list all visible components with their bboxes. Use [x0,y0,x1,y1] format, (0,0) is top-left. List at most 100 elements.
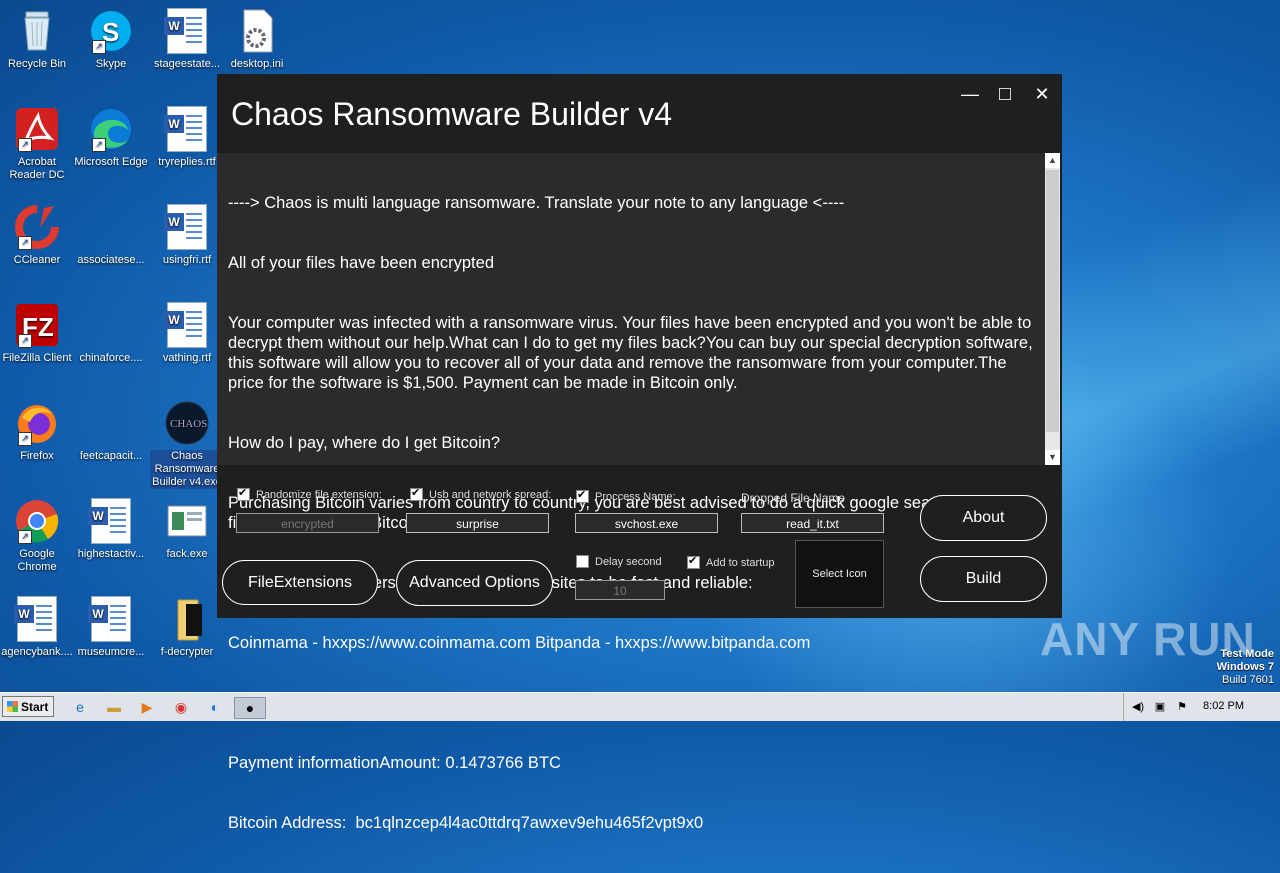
checkbox-label: Add to startup [706,556,775,569]
desktop-icon-label: f-decrypter [160,646,214,658]
desktop-icon-label: fack.exe [166,548,208,560]
close-button[interactable]: ✕ [1030,84,1054,104]
desktop-icon-chrome[interactable]: ↗ Google Chrome [0,498,74,574]
settings-file-icon [234,8,280,54]
desktop-icon-fack[interactable]: fack.exe [150,498,224,561]
word-document-icon: W [164,204,210,250]
desktop-icon-usingfri[interactable]: W usingfri.rtf [150,204,224,267]
chrome-taskbar-icon[interactable]: ◉ [171,697,191,717]
speaker-icon[interactable]: ◀) [1128,697,1148,717]
word-document-icon: W [164,302,210,348]
delay-second-checkbox[interactable]: Delay second [576,555,662,568]
process-name-input[interactable]: svchost.exe [575,513,718,533]
acrobat-icon: ↗ [14,106,60,152]
desktop-icon-acrobat[interactable]: ↗ Acrobat Reader DC [0,106,74,182]
desktop-icon-vathing[interactable]: W vathing.rtf [150,302,224,365]
ie-icon[interactable]: e [70,697,90,717]
desktop-icon-label: museumcre... [77,646,145,658]
note-line: All of your files have been encrypted [228,254,494,272]
desktop-icon-chinaforce[interactable]: chinaforce.... [74,302,148,365]
word-document-icon: W [164,106,210,152]
desktop-icon-tryreplies[interactable]: W tryreplies.rtf [150,106,224,169]
process-name-checkbox[interactable]: Proccess Name: [576,488,676,503]
desktop-icon-f-decrypter[interactable]: f-decrypter [150,596,224,659]
desktop-icon-agencybank[interactable]: W agencybank.... [0,596,74,659]
window-title: Chaos Ransomware Builder v4 [231,96,673,132]
flag-icon[interactable]: ⚑ [1172,697,1192,717]
build-button[interactable]: Build [920,556,1047,602]
word-document-icon: W [88,596,134,642]
edge-icon: ↗ [88,106,134,152]
usb-spread-checkbox[interactable]: Usb and network spread: [410,486,551,501]
desktop-icon-skype[interactable]: S ↗ Skype [74,8,148,71]
clock[interactable]: 8:02 PM [1203,700,1244,712]
desktop-icon-feetcapacit[interactable]: feetcapacit... [74,400,148,463]
edge-taskbar-icon[interactable]: ◐ [205,697,225,717]
checkbox-box [576,555,589,568]
taskbar: Start e ▬ ▶ ◉ ◐ ● ◀) ▣ ⚑ 8:02 PM [0,692,1280,721]
desktop-icon-label: Recycle Bin [7,58,67,70]
file-extensions-button[interactable]: FileExtensions [222,560,378,605]
desktop-icon-label: CCleaner [13,254,61,266]
advanced-options-button[interactable]: Advanced Options [396,560,553,606]
desktop-icon-edge[interactable]: ↗ Microsoft Edge [74,106,148,169]
blank-file-icon [88,204,134,250]
extension-input[interactable]: encrypted [236,513,379,533]
explorer-icon[interactable]: ▬ [104,697,124,717]
usb-spread-input[interactable]: surprise [406,513,549,533]
desktop-icon-label: highestactiv... [77,548,145,560]
randomize-extension-checkbox[interactable]: Randomize file extension: [237,486,382,501]
desktop-icon-label: Skype [95,58,127,70]
exe-icon [164,498,210,544]
network-icon[interactable]: ▣ [1150,697,1170,717]
desktop-icon-ccleaner[interactable]: ↗ CCleaner [0,204,74,267]
minimize-button[interactable]: — [958,84,982,104]
scroll-up-icon[interactable]: ▲ [1045,153,1060,168]
desktop-icon-highestactiv[interactable]: W highestactiv... [74,498,148,561]
media-player-icon[interactable]: ▶ [137,697,157,717]
select-icon-button[interactable]: Select Icon [795,540,884,608]
test-mode-line: Build 7601 [1222,674,1274,686]
desktop-icon-stageestate[interactable]: W stageestate... [150,8,224,71]
delay-second-input[interactable]: 10 [575,580,665,600]
desktop-icon-label: associatese... [77,254,145,266]
desktop-icon-label: vathing.rtf [162,352,212,364]
system-tray: ◀) ▣ ⚑ 8:02 PM [1123,693,1280,721]
test-mode-line: Test Mode [1220,648,1274,660]
checkbox-label: Proccess Name: [595,490,676,503]
scroll-thumb[interactable] [1046,170,1059,432]
desktop-icon-museumcre[interactable]: W museumcre... [74,596,148,659]
note-line: Coinmama - hxxps://www.coinmama.com Bitp… [228,634,811,652]
maximize-button[interactable]: □ [993,84,1017,104]
desktop-icon-label: Chaos Ransomware Builder v4.exe [150,450,224,489]
desktop-icon-label: Google Chrome [17,548,57,573]
desktop-icon-associatese[interactable]: associatese... [74,204,148,267]
blank-file-icon [88,400,134,446]
word-document-icon: W [14,596,60,642]
add-to-startup-checkbox[interactable]: Add to startup [687,554,775,569]
firefox-icon: ↗ [14,400,60,446]
scroll-down-icon[interactable]: ▼ [1045,450,1060,465]
chaos-icon: CHAOS [164,400,210,446]
desktop-icon-label: stageestate... [153,58,221,70]
start-label: Start [21,700,49,714]
note-scrollbar[interactable]: ▲ ▼ [1045,153,1060,465]
chaos-taskbar-button[interactable]: ● [234,697,266,719]
checkbox-box [237,486,250,501]
desktop-icon-label: FileZilla Client [2,352,72,364]
desktop-icon-recycle-bin[interactable]: Recycle Bin [0,8,74,71]
desktop-icon-label: usingfri.rtf [162,254,212,266]
about-button[interactable]: About [920,495,1047,541]
desktop-icon-label: Acrobat Reader DC [9,156,65,181]
ransom-note-textarea[interactable]: ----> Chaos is multi language ransomware… [217,153,1045,832]
desktop-icon-filezilla[interactable]: FZ ↗ FileZilla Client [0,302,74,365]
word-document-icon: W [88,498,134,544]
start-button[interactable]: Start [2,696,54,717]
desktop-icon-chaos-builder[interactable]: CHAOS Chaos Ransomware Builder v4.exe [150,400,224,489]
desktop-icon-firefox[interactable]: ↗ Firefox [0,400,74,463]
checkbox-label: Randomize file extension: [256,488,382,501]
dropped-file-label: Dropped File Name [741,491,846,505]
desktop-icon-desktop-ini[interactable]: desktop.ini [220,8,294,71]
dropped-file-input[interactable]: read_it.txt [741,513,884,533]
ccleaner-icon: ↗ [14,204,60,250]
